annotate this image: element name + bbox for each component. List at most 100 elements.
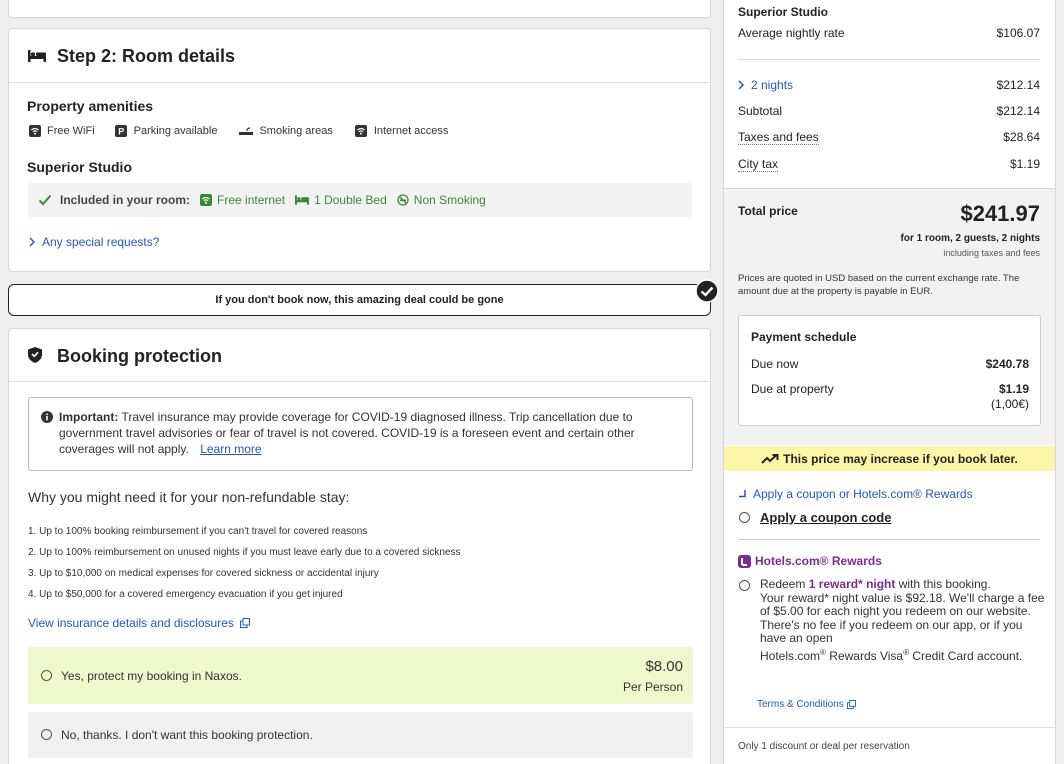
nights-label: 2 nights <box>751 78 793 92</box>
protect-yes-option[interactable]: Yes, protect my booking in Naxos. $8.00 … <box>28 647 693 704</box>
rewards-title: Hotels.com® Rewards <box>755 554 882 568</box>
nights-row: 2 nights $212.14 <box>724 78 1055 92</box>
step1-card-remnant <box>8 0 711 18</box>
city-tax-row: City tax $1.19 <box>724 157 1055 172</box>
room-details-header: Step 2: Room details <box>9 29 710 83</box>
coupon-option[interactable]: Apply a coupon code <box>739 510 891 525</box>
due-property-eur: (1,00€) <box>991 397 1029 411</box>
trending-up-icon <box>761 454 779 464</box>
summary-room-name: Superior Studio <box>738 5 828 19</box>
due-property-value: $1.19 <box>999 382 1029 396</box>
included-item-label: Non Smoking <box>414 193 486 207</box>
room-name: Superior Studio <box>27 159 132 175</box>
booking-protection-card: Booking protection Important: Travel ins… <box>8 328 711 764</box>
radio-yes[interactable] <box>41 670 52 681</box>
return-arrow-icon <box>738 490 746 498</box>
bed-icon <box>28 50 46 62</box>
discount-note: Only 1 discount or deal per reservation <box>738 741 910 752</box>
avg-rate-value: $106.07 <box>997 26 1040 40</box>
redeem-body: Your reward* night value is $92.18. We'l… <box>760 591 1044 646</box>
total-label: Total price <box>738 204 798 218</box>
yes-unit: Per Person <box>623 680 683 694</box>
avg-rate-label: Average nightly rate <box>738 26 845 40</box>
due-now-value: $240.78 <box>986 357 1029 371</box>
price-warning-banner: This price may increase if you book late… <box>724 446 1055 471</box>
bed-icon <box>295 195 309 205</box>
chevron-right-icon <box>738 80 744 90</box>
redeem-card-mid: Rewards Visa <box>826 649 903 663</box>
shield-icon <box>28 347 42 363</box>
total-section: Total price $241.97 for 1 room, 2 guests… <box>724 188 1055 445</box>
total-value: $241.97 <box>960 201 1040 227</box>
subtotal-value: $212.14 <box>997 104 1040 118</box>
subtotal-label: Subtotal <box>738 104 782 118</box>
important-box: Important: Travel insurance may provide … <box>28 397 693 471</box>
check-icon <box>38 194 52 206</box>
important-text: Travel insurance may provide coverage fo… <box>59 410 635 456</box>
schedule-title: Payment schedule <box>751 330 856 344</box>
redeem-prefix: Redeem <box>760 577 809 591</box>
special-requests-toggle[interactable]: Any special requests? <box>29 235 159 249</box>
included-item-label: Free internet <box>217 193 285 207</box>
nights-toggle[interactable]: 2 nights <box>738 78 793 92</box>
subtotal-row: Subtotal $212.14 <box>724 104 1055 118</box>
room-details-card: Step 2: Room details Property amenities … <box>8 28 711 272</box>
parking-icon: P <box>115 125 127 137</box>
coupon-toggle-label: Apply a coupon or Hotels.com® Rewards <box>753 487 973 501</box>
rewards-title-row: Hotels.com® Rewards <box>738 554 882 568</box>
city-tax-label[interactable]: City tax <box>738 157 778 172</box>
protection-title: Booking protection <box>57 346 222 367</box>
list-item: 3. Up to $10,000 on medical expenses for… <box>28 563 460 584</box>
redeem-card-suffix: Credit Card account. <box>909 649 1022 663</box>
radio-no[interactable] <box>41 729 52 740</box>
room-details-title: Step 2: Room details <box>57 46 235 67</box>
redeem-suffix: with this booking. <box>895 577 990 591</box>
total-including: including taxes and fees <box>943 248 1040 258</box>
city-tax-value: $1.19 <box>1010 157 1040 172</box>
learn-more-link[interactable]: Learn more <box>200 442 261 456</box>
amenity-label: Free WiFi <box>47 125 95 137</box>
included-label: Included in your room: <box>60 193 190 207</box>
smoking-icon <box>239 126 253 136</box>
chevron-right-icon <box>29 237 35 247</box>
redeem-text: Redeem 1 reward* night with this booking… <box>760 578 1050 663</box>
taxes-value: $28.64 <box>1003 130 1040 145</box>
terms-link[interactable]: Terms & Conditions <box>757 699 856 710</box>
divider <box>724 727 1055 728</box>
due-now-label: Due now <box>751 357 798 371</box>
divider <box>738 59 1040 60</box>
nights-value: $212.14 <box>997 78 1040 92</box>
currency-note: Prices are quoted in USD based on the cu… <box>738 272 1045 298</box>
checkmark-badge-icon <box>695 279 719 303</box>
included-item-label: 1 Double Bed <box>314 193 387 207</box>
taxes-row: Taxes and fees $28.64 <box>724 130 1055 145</box>
price-warning-text: This price may increase if you book late… <box>783 452 1018 466</box>
divider <box>738 539 1040 540</box>
yes-option-label: Yes, protect my booking in Naxos. <box>61 669 242 683</box>
coupon-toggle[interactable]: Apply a coupon or Hotels.com® Rewards <box>738 487 973 501</box>
special-requests-label: Any special requests? <box>42 235 159 249</box>
radio-coupon[interactable] <box>739 512 750 523</box>
amenities-heading: Property amenities <box>27 98 153 114</box>
radio-redeem[interactable] <box>739 580 750 591</box>
view-details-link[interactable]: View insurance details and disclosures <box>28 616 250 630</box>
protection-header: Booking protection <box>9 329 710 382</box>
included-box: Included in your room: Free internet 1 D… <box>28 183 692 217</box>
total-for: for 1 room, 2 guests, 2 nights <box>901 233 1040 244</box>
yes-price: $8.00 <box>645 658 683 675</box>
wifi-icon <box>29 125 41 137</box>
list-item: 4. Up to $50,000 for a covered emergency… <box>28 584 460 605</box>
redeem-card-prefix: Hotels.com <box>760 649 820 663</box>
payment-schedule-box: Payment schedule Due now $240.78 Due at … <box>738 315 1041 426</box>
amenity-label: Smoking areas <box>259 125 332 137</box>
internet-icon <box>355 125 367 137</box>
coupon-option-label: Apply a coupon code <box>760 510 891 525</box>
amenity-label: Internet access <box>374 125 449 137</box>
protect-no-option[interactable]: No, thanks. I don't want this booking pr… <box>28 712 693 758</box>
external-link-icon <box>847 700 856 709</box>
taxes-label[interactable]: Taxes and fees <box>738 130 819 145</box>
list-item: 2. Up to 100% reimbursement on unused ni… <box>28 542 460 563</box>
view-details-label: View insurance details and disclosures <box>28 616 234 630</box>
reasons-list: 1. Up to 100% booking reimbursement if y… <box>28 521 460 605</box>
deal-banner: If you don't book now, this amazing deal… <box>8 284 711 316</box>
